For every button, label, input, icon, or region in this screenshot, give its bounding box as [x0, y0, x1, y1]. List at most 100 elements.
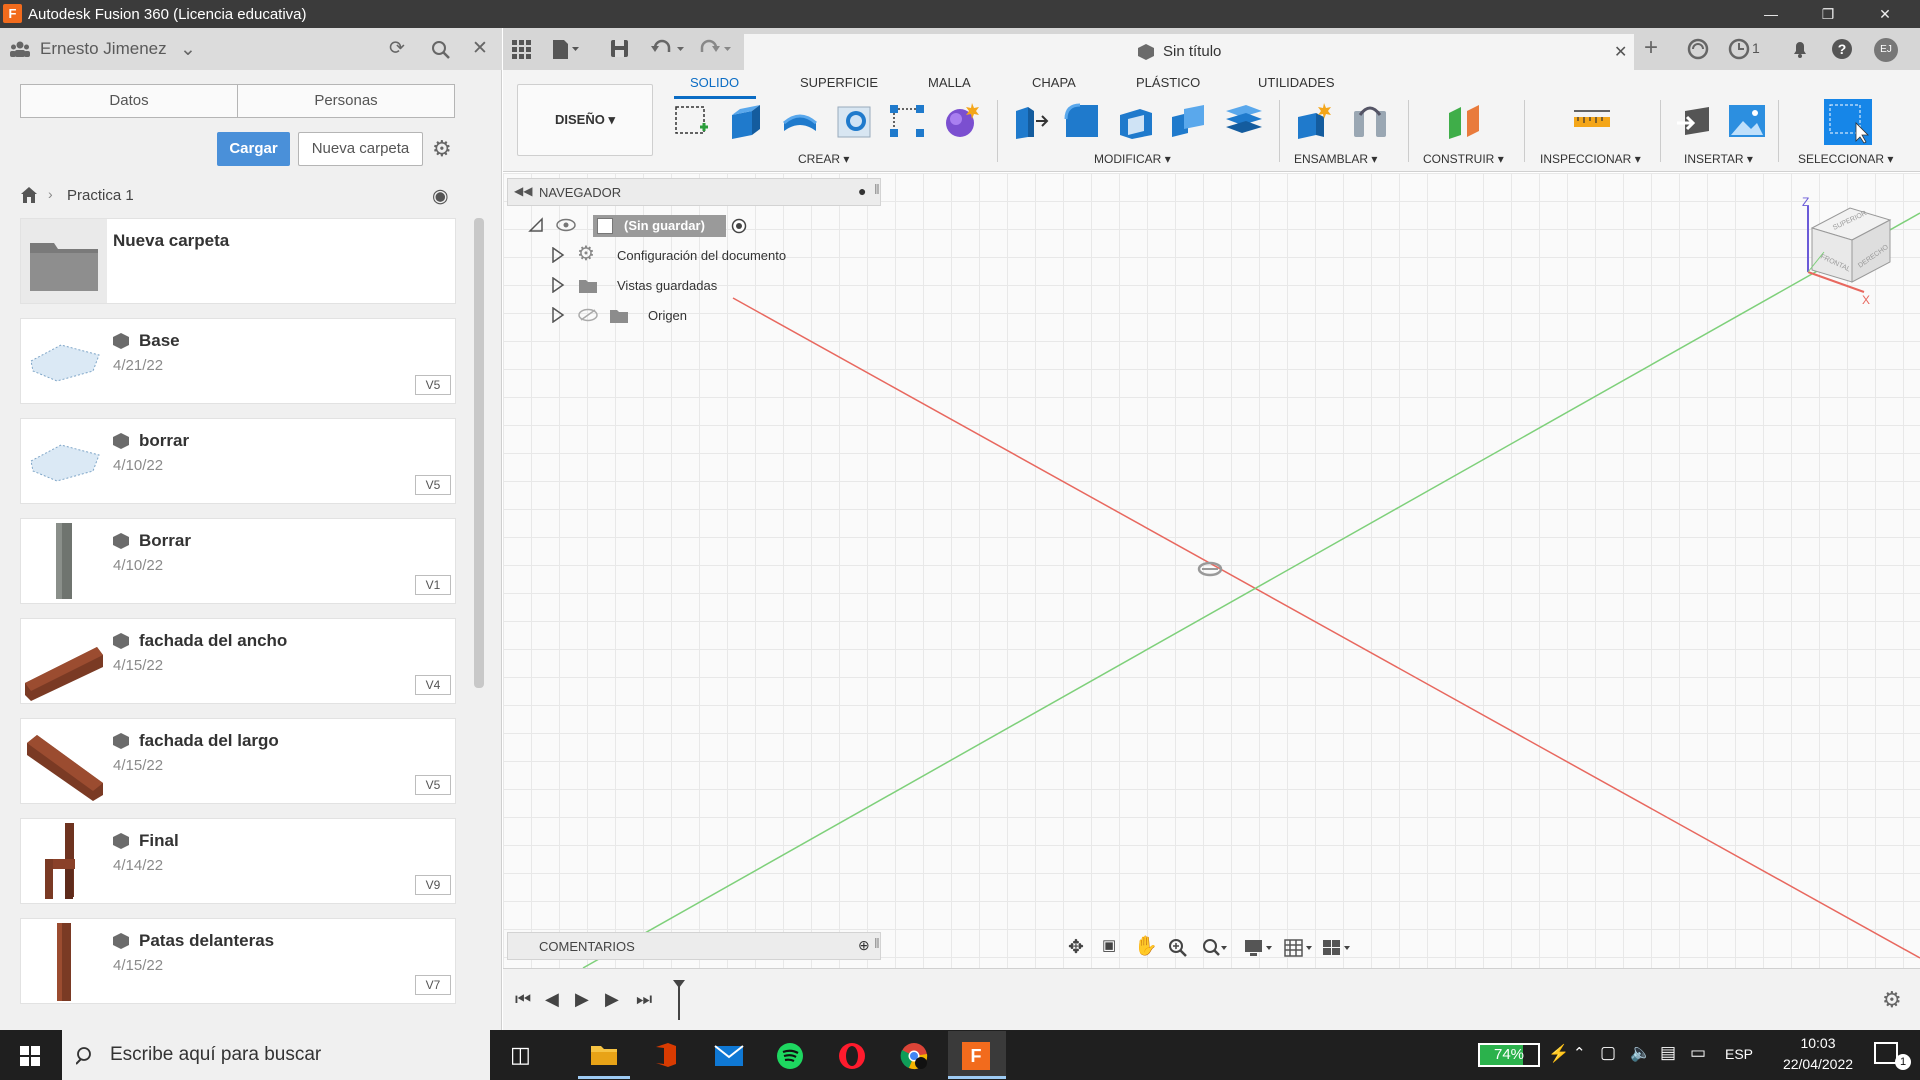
user-name[interactable]: Ernesto Jimenez	[40, 39, 167, 59]
list-item[interactable]: Base 4/21/22 V5	[20, 318, 456, 404]
globe-icon[interactable]: ◉	[432, 185, 449, 208]
list-item[interactable]: Final 4/14/22 V9	[20, 818, 456, 904]
volume-icon[interactable]: 🔈	[1630, 1043, 1651, 1063]
document-tab[interactable]: Sin título ✕	[744, 34, 1634, 70]
bell-icon[interactable]	[1789, 38, 1811, 60]
browser-node-named-views[interactable]: Vistas guardadas	[617, 278, 717, 293]
insert-canvas-icon[interactable]	[1727, 101, 1767, 141]
orbit-icon[interactable]: ✥	[1068, 936, 1084, 959]
user-avatar[interactable]: EJ	[1874, 38, 1898, 62]
expand-arrow-icon[interactable]	[551, 247, 565, 263]
press-pull-icon[interactable]	[1010, 101, 1050, 141]
group-insertar[interactable]: INSERTAR ▾	[1684, 152, 1753, 166]
close-window-button[interactable]: ✕	[1857, 0, 1913, 28]
file-menu-icon[interactable]	[552, 38, 580, 60]
expand-collapse-icon[interactable]	[528, 217, 544, 233]
viewcube[interactable]: SUPERIOR FRONTAL DERECHO Z X	[1790, 188, 1900, 308]
close-panel-icon[interactable]: ✕	[472, 37, 488, 60]
gear-icon[interactable]: ⚙	[432, 136, 452, 162]
hole-icon[interactable]	[834, 101, 874, 141]
play-icon[interactable]: ▶	[575, 989, 589, 1010]
mail-icon[interactable]	[714, 1045, 744, 1067]
version-badge[interactable]: V9	[415, 875, 451, 895]
revolve-icon[interactable]	[780, 101, 820, 141]
new-folder-button[interactable]: Nueva carpeta	[298, 132, 423, 166]
workspace-switcher[interactable]: DISEÑO ▾	[517, 84, 653, 156]
job-status-icon[interactable]	[1728, 38, 1750, 60]
clock-time[interactable]: 10:03	[1788, 1035, 1848, 1051]
save-icon[interactable]	[609, 38, 631, 60]
expand-arrow-icon[interactable]	[551, 307, 565, 323]
refresh-icon[interactable]: ⟳	[389, 37, 405, 60]
list-item[interactable]: fachada del ancho 4/15/22 V4	[20, 618, 456, 704]
tab-datos[interactable]: Datos	[20, 84, 238, 118]
language-indicator[interactable]: ESP	[1725, 1046, 1753, 1062]
list-item[interactable]: Nueva carpeta	[20, 218, 456, 304]
comments-panel-header[interactable]: COMENTARIOS ⊕ ‖	[507, 932, 881, 960]
tab-chapa[interactable]: CHAPA	[1032, 75, 1076, 90]
combine-icon[interactable]	[1170, 101, 1210, 141]
data-panel-scrollbar[interactable]	[474, 218, 484, 688]
group-crear[interactable]: CREAR ▾	[798, 152, 849, 166]
viewports-icon[interactable]	[1322, 938, 1352, 958]
group-modificar[interactable]: MODIFICAR ▾	[1094, 152, 1171, 166]
browser-node-origin[interactable]: Origen	[648, 308, 687, 323]
battery-icon[interactable]: ▭	[1690, 1043, 1706, 1063]
redo-icon[interactable]	[698, 38, 734, 60]
list-item[interactable]: borrar 4/10/22 V5	[20, 418, 456, 504]
pan-icon[interactable]: ✋	[1134, 934, 1158, 958]
grid-snap-icon[interactable]	[1284, 938, 1314, 958]
joint-icon[interactable]	[1350, 101, 1390, 141]
task-view-icon[interactable]: ◫	[510, 1042, 531, 1068]
version-badge[interactable]: V5	[415, 375, 451, 395]
go-to-end-icon[interactable]: ⏭	[636, 989, 652, 1010]
list-item[interactable]: Borrar 4/10/22 V1	[20, 518, 456, 604]
list-item[interactable]: fachada del largo 4/15/22 V5	[20, 718, 456, 804]
group-construir[interactable]: CONSTRUIR ▾	[1423, 152, 1504, 166]
office-icon[interactable]	[654, 1042, 678, 1068]
spotify-icon[interactable]	[776, 1042, 804, 1070]
home-icon[interactable]	[20, 186, 38, 204]
expand-arrow-icon[interactable]	[551, 277, 565, 293]
step-forward-icon[interactable]: ▶	[605, 989, 619, 1010]
shell-icon[interactable]	[1116, 101, 1156, 141]
select-icon[interactable]	[1824, 99, 1872, 145]
browser-pin-icon[interactable]: ●	[858, 183, 866, 199]
look-at-icon[interactable]: ▣	[1102, 936, 1116, 954]
file-explorer-icon[interactable]	[590, 1043, 618, 1067]
close-tab-icon[interactable]: ✕	[1614, 42, 1627, 62]
chevron-down-icon[interactable]: ⌄	[180, 38, 196, 61]
timeline-settings-gear-icon[interactable]: ⚙	[1882, 987, 1902, 1013]
chevron-up-icon[interactable]: ⌃	[1573, 1044, 1586, 1062]
tab-utilidades[interactable]: UTILIDADES	[1258, 75, 1335, 90]
restore-button[interactable]: ❐	[1800, 0, 1856, 28]
tab-plastico[interactable]: PLÁSTICO	[1136, 75, 1200, 90]
timeline-marker[interactable]	[672, 980, 686, 1020]
tab-personas[interactable]: Personas	[237, 84, 455, 118]
browser-node-document-settings[interactable]: Configuración del documento	[617, 248, 786, 263]
group-seleccionar[interactable]: SELECCIONAR ▾	[1798, 152, 1893, 166]
go-to-start-icon[interactable]: ⏮	[515, 989, 531, 1010]
version-badge[interactable]: V5	[415, 475, 451, 495]
list-item[interactable]: Patas delanteras 4/15/22 V7	[20, 918, 456, 1004]
minimize-button[interactable]: —	[1743, 0, 1799, 28]
monitor-icon[interactable]: ▢	[1600, 1043, 1616, 1063]
grid-menu-icon[interactable]	[512, 40, 532, 60]
fillet-icon[interactable]	[1062, 101, 1102, 141]
version-badge[interactable]: V7	[415, 975, 451, 995]
tab-malla[interactable]: MALLA	[928, 75, 971, 90]
extensions-icon[interactable]	[1687, 38, 1709, 60]
new-tab-icon[interactable]: +	[1644, 36, 1658, 60]
group-ensamblar[interactable]: ENSAMBLAR ▾	[1294, 152, 1377, 166]
search-icon[interactable]	[431, 40, 451, 60]
create-sketch-icon[interactable]	[672, 101, 712, 141]
taskbar-search[interactable]: Escribe aquí para buscar	[62, 1030, 490, 1080]
new-component-icon[interactable]	[1294, 101, 1334, 141]
zoom-icon[interactable]	[1168, 938, 1188, 958]
collapse-browser-icon[interactable]: ◀◀	[514, 184, 532, 198]
undo-icon[interactable]	[651, 38, 687, 60]
chrome-icon[interactable]	[900, 1042, 928, 1070]
resize-handle-icon[interactable]: ‖	[874, 181, 880, 197]
eye-hidden-icon[interactable]	[578, 308, 598, 322]
breadcrumb-folder[interactable]: Practica 1	[67, 187, 134, 204]
